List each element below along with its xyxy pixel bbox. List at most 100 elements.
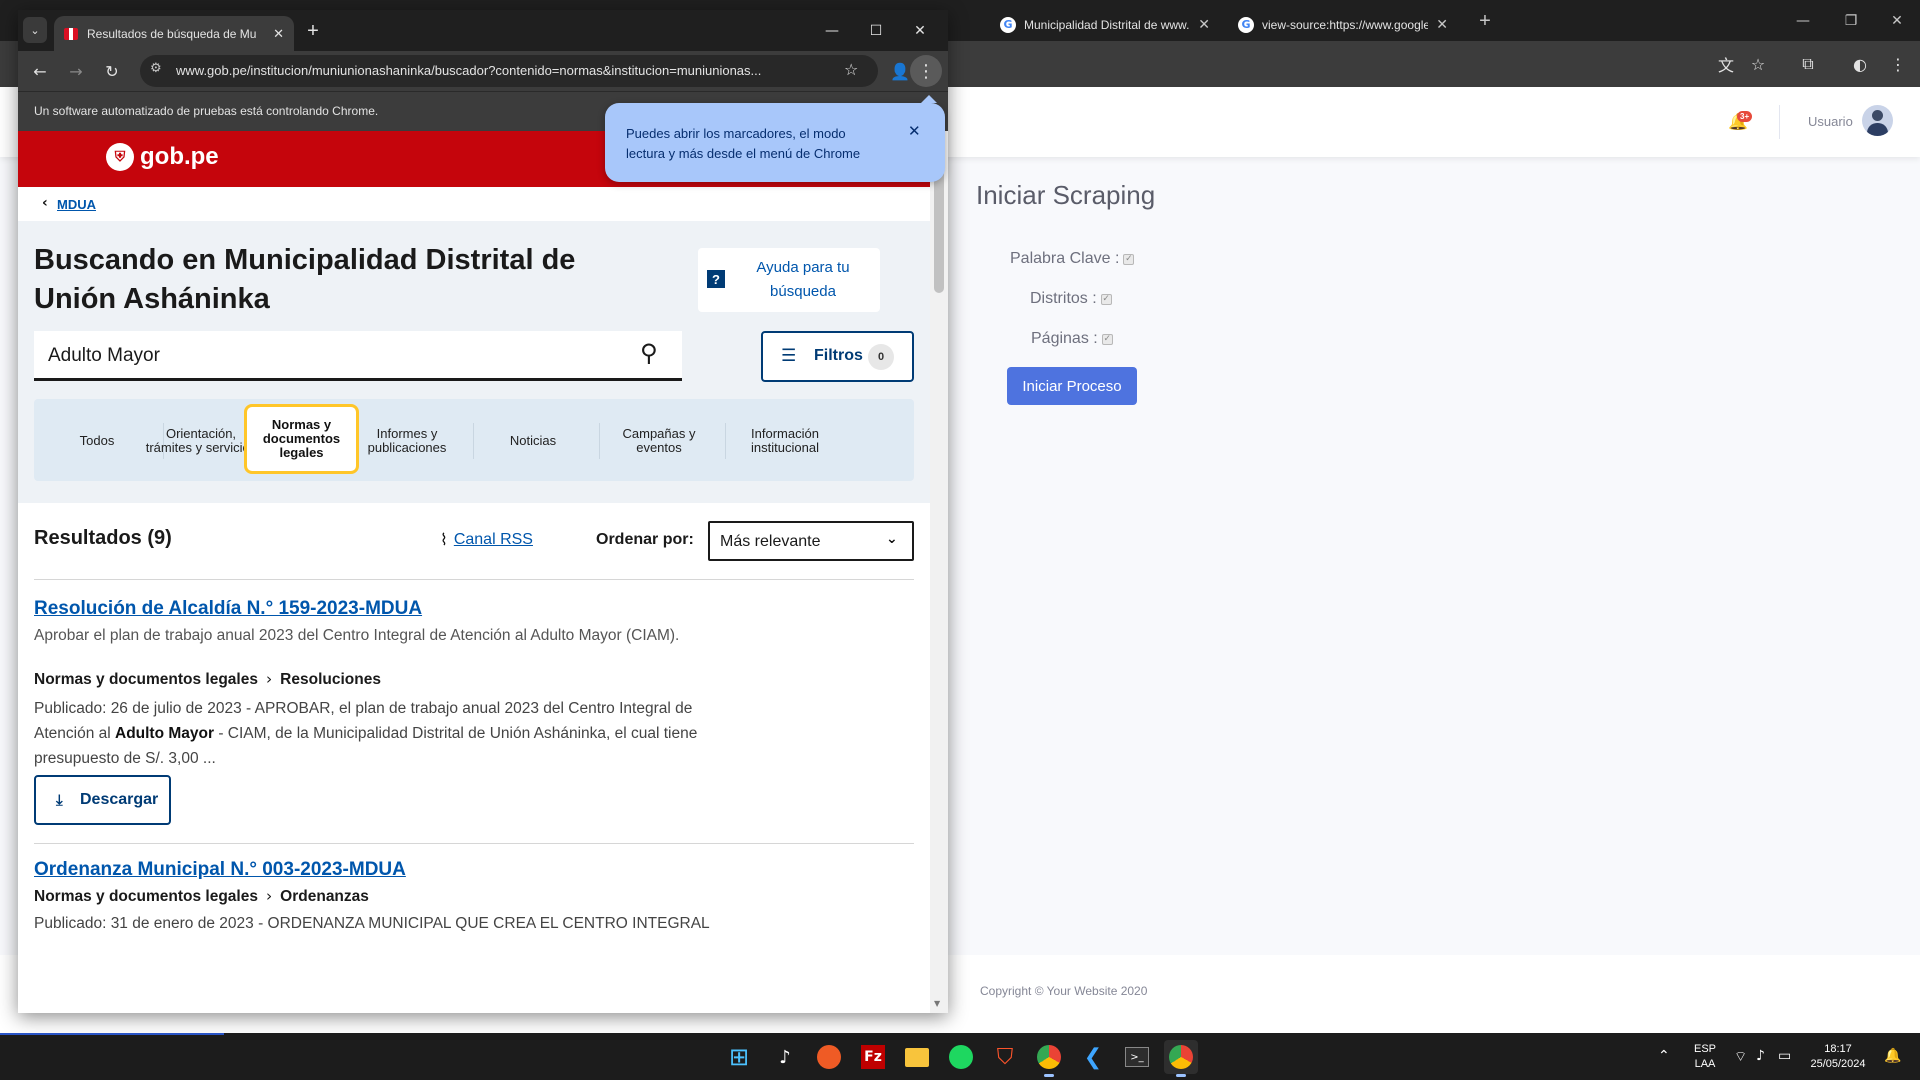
- filters-button[interactable]: ☰ Filtros 0: [761, 331, 914, 382]
- wifi-icon[interactable]: ⌔: [1734, 1048, 1747, 1066]
- tab-orientacion[interactable]: Orientación, trámites y servicios: [142, 413, 268, 469]
- back-tab-view-source[interactable]: G view-source:https://www.google ✕: [1228, 8, 1458, 41]
- keyword-checkbox[interactable]: ✓: [1123, 253, 1135, 265]
- maximize-button[interactable]: ☐: [854, 18, 898, 44]
- tab-normas[interactable]: Normas y documentos legales: [244, 404, 359, 474]
- forward-arrow-icon[interactable]: →: [64, 59, 88, 83]
- result-subcategory-label[interactable]: Ordenanzas: [280, 888, 369, 905]
- results-area: Resultados (9) ⌇ Canal RSS Ordenar por: …: [18, 503, 930, 1013]
- districts-label: Distritos :: [1030, 290, 1097, 307]
- new-tab-button[interactable]: +: [300, 18, 326, 44]
- start-process-button[interactable]: Iniciar Proceso: [1007, 367, 1137, 405]
- tab-todos[interactable]: Todos: [38, 413, 164, 469]
- result-title[interactable]: Resolución de Alcaldía N.° 159-2023-MDUA: [34, 598, 422, 620]
- restore-button[interactable]: ❐: [1828, 8, 1874, 34]
- back-arrow-icon[interactable]: ←: [28, 59, 52, 83]
- rss-link[interactable]: ⌇ Canal RSS: [440, 530, 533, 549]
- taskbar: ⊞ ♪ Fz ⛉ ❮ >_ ⌃ ESP LAA ⌔ ♪ ▭ 18:17 25/0…: [0, 1033, 1920, 1080]
- translate-icon[interactable]: 文: [1714, 52, 1738, 76]
- result-title[interactable]: Ordenanza Municipal N.° 003-2023-MDUA: [34, 859, 406, 881]
- star-icon[interactable]: ☆: [1746, 52, 1770, 76]
- close-icon[interactable]: ✕: [273, 26, 284, 42]
- back-tab-municipalidad[interactable]: G Municipalidad Distrital de www. ✕: [990, 8, 1220, 41]
- extensions-icon[interactable]: ⧉: [1796, 52, 1820, 76]
- result-subcategory-label[interactable]: Resoluciones: [280, 671, 381, 688]
- minimize-button[interactable]: —: [1780, 8, 1826, 34]
- close-icon[interactable]: ✕: [908, 122, 921, 140]
- help-button[interactable]: ? Ayuda para tu búsqueda: [698, 248, 880, 312]
- districts-checkbox[interactable]: ✓: [1100, 293, 1112, 305]
- search-icon[interactable]: ⚲: [640, 339, 658, 367]
- gob-logo[interactable]: ⛨ gob.pe: [106, 143, 219, 171]
- postman-icon[interactable]: [812, 1040, 846, 1074]
- avatar[interactable]: [1862, 105, 1893, 136]
- reload-icon[interactable]: ↻: [100, 59, 124, 83]
- active-tab[interactable]: Resultados de búsqueda de Mu ✕: [54, 16, 294, 51]
- user-name[interactable]: Usuario: [1808, 114, 1853, 129]
- result-category-label[interactable]: Normas y documentos legales: [34, 671, 258, 688]
- tab-search-button[interactable]: ⌄: [23, 17, 47, 43]
- results-count: Resultados (9): [34, 527, 172, 549]
- chrome-icon[interactable]: [1164, 1040, 1198, 1077]
- minimize-button[interactable]: —: [810, 18, 854, 44]
- chrome-dev-icon[interactable]: [1032, 1040, 1066, 1077]
- site-info-icon[interactable]: ⚙: [150, 61, 162, 76]
- scrollbar[interactable]: ▲ ▼: [930, 131, 948, 1013]
- chevron-up-icon[interactable]: ⌃: [1658, 1048, 1670, 1064]
- menu-icon[interactable]: ⋮: [1886, 52, 1910, 76]
- result-snippet: Publicado: 31 de enero de 2023 - ORDENAN…: [34, 915, 710, 932]
- close-window-button[interactable]: ✕: [898, 18, 942, 44]
- new-tab-button[interactable]: +: [1472, 8, 1498, 34]
- tab-campanas[interactable]: Campañas y eventos: [600, 413, 726, 469]
- scroll-down-icon[interactable]: ▼: [934, 999, 940, 1008]
- chevron-right-icon: ›: [265, 670, 273, 688]
- spotify-icon[interactable]: [944, 1040, 978, 1074]
- tiktok-icon[interactable]: ♪: [768, 1040, 802, 1074]
- pages-checkbox[interactable]: ✓: [1101, 333, 1113, 345]
- language-top: ESP: [1693, 1043, 1716, 1055]
- notification-badge: 3+: [1737, 111, 1753, 122]
- tab-noticias[interactable]: Noticias: [474, 413, 600, 469]
- file-explorer-icon[interactable]: [900, 1040, 934, 1074]
- star-icon[interactable]: ☆: [844, 60, 858, 79]
- battery-icon[interactable]: ▭: [1778, 1048, 1791, 1064]
- divider: [34, 843, 914, 844]
- close-icon[interactable]: ✕: [1198, 16, 1210, 33]
- pages-row: Páginas : ✓: [1031, 330, 1113, 348]
- date: 25/05/2024: [1810, 1058, 1866, 1070]
- url-text[interactable]: www.gob.pe/institucion/muniunionashanink…: [176, 63, 826, 78]
- close-window-button[interactable]: ✕: [1874, 8, 1920, 34]
- chevron-right-icon: ›: [265, 887, 273, 905]
- result-snippet: Publicado: 26 de julio de 2023 - APROBAR…: [34, 696, 704, 771]
- download-button[interactable]: ⤓ Descargar: [34, 775, 171, 825]
- language-bottom: LAA: [1694, 1058, 1716, 1070]
- chrome-menu-button[interactable]: ⋮: [910, 55, 942, 87]
- clock[interactable]: 18:17 25/05/2024: [1806, 1042, 1870, 1072]
- vscode-icon[interactable]: ❮: [1076, 1040, 1110, 1074]
- filezilla-icon[interactable]: Fz: [856, 1040, 890, 1074]
- filter-icon: ☰: [781, 346, 797, 366]
- volume-icon[interactable]: ♪: [1756, 1048, 1765, 1064]
- language-indicator[interactable]: ESP LAA: [1690, 1042, 1720, 1072]
- result-description: Aprobar el plan de trabajo anual 2023 de…: [34, 627, 680, 644]
- automation-notice: Un software automatizado de pruebas está…: [34, 104, 379, 118]
- close-icon[interactable]: ✕: [1436, 16, 1448, 33]
- logo-text: gob.pe: [140, 143, 219, 170]
- sort-select[interactable]: Más relevante ⌄: [708, 521, 914, 561]
- pages-label: Páginas :: [1031, 330, 1098, 347]
- address-bar[interactable]: ⚙ www.gob.pe/institucion/muniunionashani…: [140, 55, 878, 87]
- profile-icon[interactable]: 👤: [888, 59, 912, 83]
- terminal-icon[interactable]: >_: [1120, 1040, 1154, 1074]
- windows-start-icon[interactable]: ⊞: [722, 1040, 756, 1074]
- search-input[interactable]: Adulto Mayor ⚲: [34, 331, 682, 381]
- google-icon: G: [1238, 16, 1254, 33]
- brave-icon[interactable]: ⛉: [988, 1040, 1022, 1074]
- tab-informacion[interactable]: Información institucional: [726, 413, 844, 469]
- notification-icon[interactable]: 🔔: [1884, 1048, 1901, 1064]
- result-category-label[interactable]: Normas y documentos legales: [34, 888, 258, 905]
- breadcrumb-link[interactable]: MDUA: [57, 197, 96, 212]
- sort-label: Ordenar por:: [596, 531, 694, 548]
- result-category: Normas y documentos legales › Resoluciones: [34, 670, 381, 689]
- tab-informes[interactable]: Informes y publicaciones: [348, 413, 474, 469]
- profile-icon[interactable]: ◐: [1848, 52, 1872, 76]
